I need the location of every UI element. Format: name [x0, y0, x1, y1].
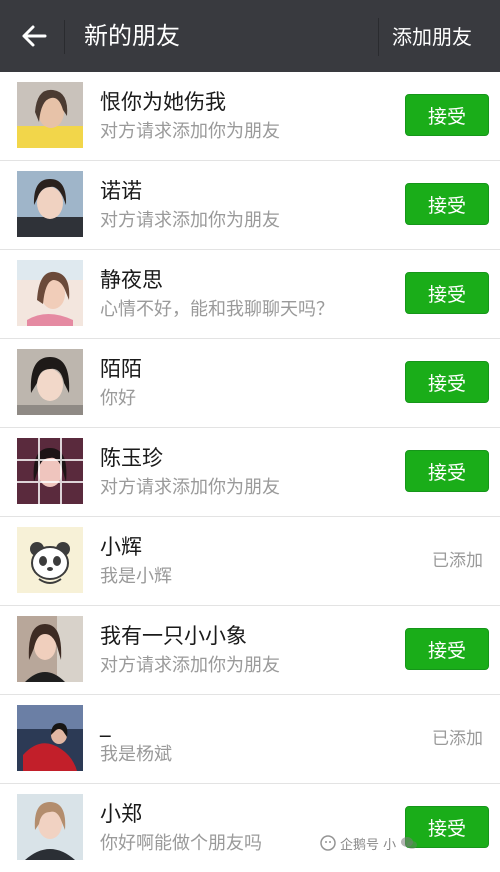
avatar-photo-icon [17, 171, 83, 237]
friend-message: 你好啊能做个朋友吗 [100, 833, 262, 854]
list-item[interactable]: 陌陌 你好 接受 [0, 339, 500, 428]
friend-name: 恨你为她伤我 [100, 90, 226, 114]
avatar [17, 616, 83, 682]
watermark: 企鹅号 小 [320, 826, 500, 860]
friend-message: 我是小辉 [100, 566, 172, 587]
avatar [17, 349, 83, 415]
list-item[interactable]: 恨你为她伤我 对方请求添加你为朋友 接受 [0, 72, 500, 161]
added-status: 已添加 [432, 551, 483, 571]
avatar-photo-icon [17, 616, 83, 682]
list-item[interactable]: 静夜思 心情不好，能和我聊聊天吗？ 接受 [0, 250, 500, 339]
penguin-logo-icon [320, 835, 336, 851]
friend-name: _ [100, 713, 111, 737]
friend-message: 心情不好，能和我聊聊天吗？ [100, 299, 334, 320]
avatar-photo-icon [17, 82, 83, 148]
header-divider [64, 20, 65, 54]
friend-request-list: 恨你为她伤我 对方请求添加你为朋友 接受 诺诺 对方请求添加你为朋友 接受 静夜… [0, 72, 500, 872]
added-status: 已添加 [432, 729, 483, 749]
friend-name: 小辉 [100, 535, 142, 559]
avatar-photo-icon [17, 705, 83, 771]
friend-message: 对方请求添加你为朋友 [100, 121, 280, 142]
avatar [17, 171, 83, 237]
list-item[interactable]: 我有一只小小象 对方请求添加你为朋友 接受 [0, 606, 500, 695]
avatar-photo-icon [17, 260, 83, 326]
watermark-text: 企鹅号 小 [340, 837, 397, 853]
friend-message: 我是杨斌 [100, 744, 172, 765]
friend-name: 我有一只小小象 [100, 624, 247, 648]
back-button[interactable] [14, 18, 54, 54]
avatar [17, 527, 83, 593]
friend-name: 诺诺 [100, 179, 142, 203]
list-item[interactable]: 小辉 我是小辉 已添加 [0, 517, 500, 606]
avatar-photo-icon [17, 349, 83, 415]
friend-name: 陈玉珍 [100, 446, 163, 470]
avatar [17, 82, 83, 148]
friend-message: 对方请求添加你为朋友 [100, 655, 280, 676]
back-arrow-icon [22, 25, 47, 47]
friend-message: 你好 [100, 388, 136, 409]
page-title: 新的朋友 [84, 22, 180, 50]
header-divider-right [378, 18, 379, 56]
friend-name: 静夜思 [100, 268, 163, 292]
avatar [17, 260, 83, 326]
accept-button[interactable]: 接受 [405, 361, 489, 403]
accept-button[interactable]: 接受 [405, 183, 489, 225]
avatar-photo-icon [17, 438, 83, 504]
wechat-logo-icon [401, 837, 418, 849]
friend-message: 对方请求添加你为朋友 [100, 210, 280, 231]
friend-message: 对方请求添加你为朋友 [100, 477, 280, 498]
list-item[interactable]: 陈玉珍 对方请求添加你为朋友 接受 [0, 428, 500, 517]
friend-name: 陌陌 [100, 357, 142, 381]
avatar [17, 705, 83, 771]
list-item[interactable]: 诺诺 对方请求添加你为朋友 接受 [0, 161, 500, 250]
friend-name: 小郑 [100, 802, 142, 826]
avatar [17, 438, 83, 504]
accept-button[interactable]: 接受 [405, 628, 489, 670]
list-item[interactable]: _ 我是杨斌 已添加 [0, 695, 500, 784]
accept-button[interactable]: 接受 [405, 450, 489, 492]
avatar [17, 794, 83, 860]
add-friend-button[interactable]: 添加朋友 [392, 22, 472, 52]
panda-cartoon-icon [17, 527, 83, 593]
accept-button[interactable]: 接受 [405, 272, 489, 314]
top-bar: 新的朋友 添加朋友 [0, 0, 500, 72]
accept-button[interactable]: 接受 [405, 94, 489, 136]
avatar-photo-icon [17, 794, 83, 860]
